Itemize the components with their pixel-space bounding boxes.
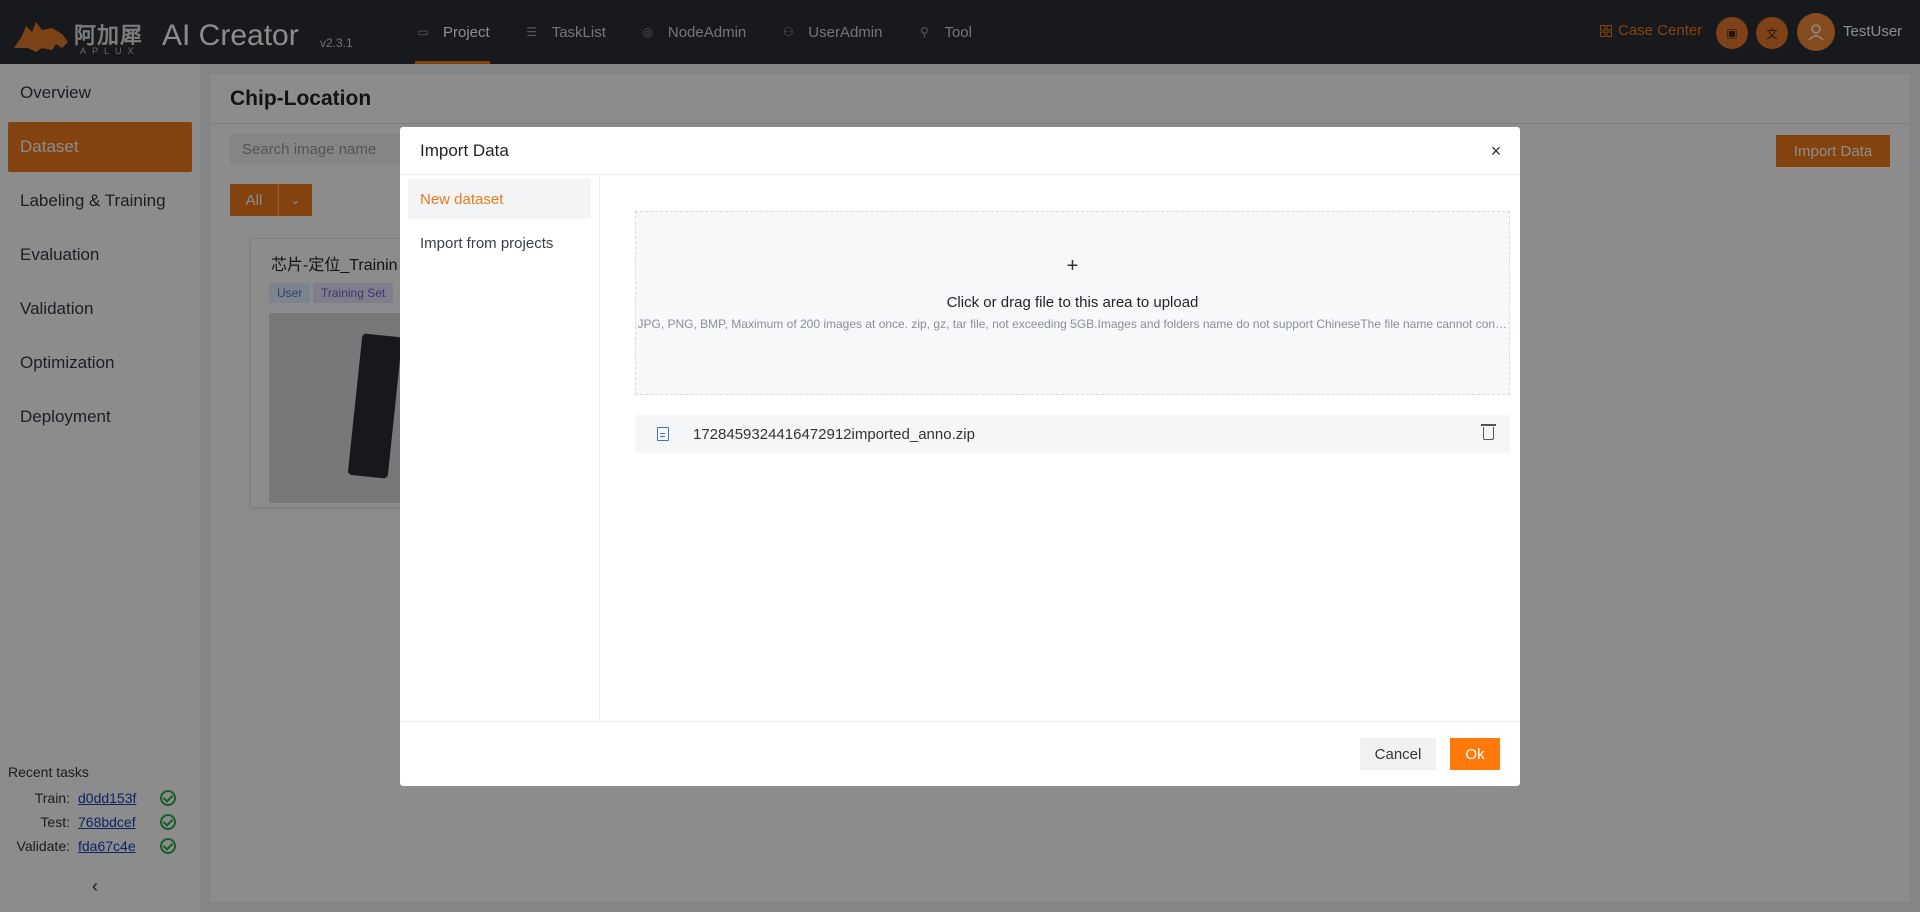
close-button[interactable]: ×: [1486, 141, 1506, 161]
modal-title: Import Data: [400, 127, 1520, 175]
delete-icon[interactable]: [1481, 424, 1496, 440]
plus-icon: +: [1066, 255, 1079, 277]
uploaded-file-item: 1728459324416472912imported_anno.zip: [635, 415, 1510, 453]
import-data-modal: Import Data × New dataset Import from pr…: [400, 127, 1520, 786]
upload-hint: JPG, PNG, BMP, Maximum of 200 images at …: [637, 317, 1508, 331]
close-icon: ×: [1490, 141, 1502, 161]
file-icon: [657, 427, 669, 441]
import-source-menu: New dataset Import from projects: [400, 175, 600, 721]
upload-dropzone[interactable]: + Click or drag file to this area to upl…: [635, 211, 1510, 395]
ok-button[interactable]: Ok: [1450, 738, 1500, 770]
cancel-button[interactable]: Cancel: [1360, 738, 1436, 770]
file-name: 1728459324416472912imported_anno.zip: [693, 425, 975, 443]
tab-new-dataset[interactable]: New dataset: [408, 179, 591, 219]
tab-import-from-projects[interactable]: Import from projects: [408, 223, 591, 263]
upload-text: Click or drag file to this area to uploa…: [946, 294, 1199, 311]
modal-footer: Cancel Ok: [400, 721, 1520, 786]
